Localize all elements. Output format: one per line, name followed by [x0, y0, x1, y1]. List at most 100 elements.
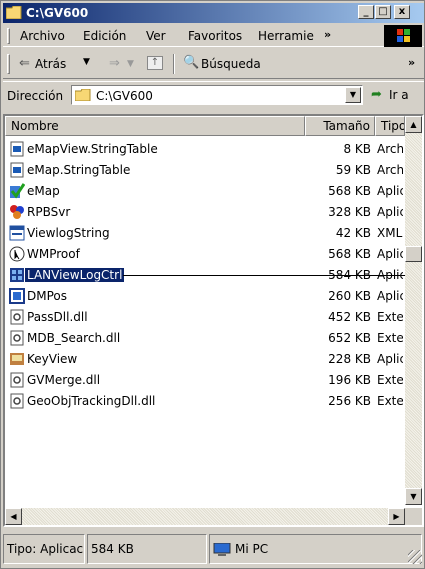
list-item[interactable]: PassDll.dll 452 KB Exte [5, 307, 405, 328]
scroll-thumb[interactable] [405, 246, 422, 262]
horizontal-scrollbar[interactable]: ◀ ▶ [5, 508, 405, 525]
search-label: Búsqueda [201, 57, 261, 71]
status-location-text: Mi PC [235, 542, 269, 556]
column-header-size[interactable]: Tamaño [305, 116, 375, 136]
menu-favoritos[interactable]: Favoritos [188, 29, 242, 43]
go-label: Ir a [389, 88, 409, 102]
file-size: 8 KB [343, 142, 371, 156]
window-title: C:\GV600 [26, 6, 89, 20]
file-list[interactable]: Nombre Tamaño Tipo eMapView.StringTable … [3, 114, 424, 527]
menu-overflow-chevron[interactable]: » [324, 28, 331, 41]
folder-icon [75, 89, 91, 101]
back-button[interactable]: ⇐ Atrás ▼ [17, 52, 105, 76]
file-size: 568 KB [328, 184, 371, 198]
file-size: 196 KB [328, 373, 371, 387]
file-type: Exte [377, 373, 403, 387]
file-type: Exte [377, 331, 403, 345]
list-item[interactable]: WMProof 568 KB Aplic [5, 244, 405, 265]
file-size: 256 KB [328, 394, 371, 408]
file-type: Aplic [377, 247, 403, 261]
file-size: 59 KB [335, 163, 371, 177]
column-header-name[interactable]: Nombre [5, 116, 305, 136]
back-label: Atrás [35, 57, 67, 71]
file-name: eMap.StringTable [27, 163, 131, 177]
app-window-icon [9, 288, 25, 304]
menu-ver[interactable]: Ver [146, 29, 166, 43]
minimize-button[interactable]: _ [358, 5, 374, 19]
address-label: Dirección [7, 89, 64, 103]
app-colorful-icon [10, 205, 24, 219]
menu-bar: Archivo Edición Ver Favoritos Herramie » [3, 25, 424, 47]
menu-herramientas[interactable]: Herramie [258, 29, 314, 43]
file-type: Exte [377, 394, 403, 408]
file-size: 228 KB [328, 352, 371, 366]
file-name: RPBSvr [27, 205, 71, 219]
file-type: Exte [377, 310, 403, 324]
close-button[interactable]: x [394, 5, 410, 19]
search-magnifier-icon: 🔍 [183, 55, 200, 70]
file-name: GVMerge.dll [27, 373, 101, 387]
list-item[interactable]: DMPos 260 KB Aplic [5, 286, 405, 307]
app-network-icon [10, 268, 24, 282]
file-name: LANViewLogCtrl [25, 268, 125, 282]
scroll-left-button[interactable]: ◀ [5, 508, 22, 525]
file-size: 328 KB [328, 205, 371, 219]
status-bar: Tipo: Aplicaci 584 KB Mi PC [3, 530, 424, 568]
file-name: eMapView.StringTable [27, 142, 158, 156]
toolbar-overflow-chevron[interactable]: » [408, 56, 415, 69]
file-name: eMap [27, 184, 60, 198]
menu-edicion[interactable]: Edición [83, 29, 126, 43]
toolbar-grip[interactable] [7, 54, 10, 74]
list-item-selected[interactable]: LANViewLogCtrl 584 KB Aplic [5, 265, 422, 286]
list-item[interactable]: ViewlogString 42 KB XML [5, 223, 405, 244]
title-bar[interactable]: C:\GV600 _ □ x [3, 3, 424, 23]
list-item[interactable]: eMap.StringTable 59 KB Arch [5, 160, 405, 181]
list-item[interactable]: GeoObjTrackingDll.dll 256 KB Exte [5, 391, 405, 412]
computer-icon [213, 542, 231, 556]
app-checkmark-icon [10, 183, 25, 199]
scroll-up-button[interactable]: ▲ [405, 116, 422, 133]
folder-icon [6, 6, 22, 19]
forward-dropdown-icon[interactable]: ▼ [127, 59, 134, 69]
file-size: 42 KB [335, 226, 371, 240]
file-name: GeoObjTrackingDll.dll [27, 394, 156, 408]
file-name: MDB_Search.dll [27, 331, 121, 345]
list-item[interactable]: eMapView.StringTable 8 KB Arch [5, 139, 405, 160]
list-item[interactable]: GVMerge.dll 196 KB Exte [5, 370, 405, 391]
address-dropdown-button[interactable]: ▼ [345, 87, 361, 103]
dll-file-icon [10, 309, 24, 325]
file-table-icon [10, 162, 24, 178]
file-name: KeyView [27, 352, 78, 366]
vertical-scrollbar[interactable]: ▲ ▼ [405, 116, 422, 505]
file-type: Aplic [377, 205, 403, 219]
search-button[interactable]: 🔍 Búsqueda [181, 52, 271, 76]
file-type: Aplic [377, 289, 403, 303]
file-type: Arch [377, 142, 403, 156]
file-name: DMPos [27, 289, 67, 303]
menu-grip[interactable] [7, 28, 10, 44]
list-item[interactable]: eMap 568 KB Aplic [5, 181, 405, 202]
file-size: 260 KB [328, 289, 371, 303]
resize-grip-icon[interactable] [408, 550, 422, 564]
explorer-window: C:\GV600 _ □ x Archivo Edición Ver Favor… [0, 0, 425, 569]
address-input[interactable]: C:\GV600 ▼ [71, 85, 363, 105]
up-folder-icon[interactable]: ↑ [147, 56, 163, 70]
list-item[interactable]: RPBSvr 328 KB Aplic [5, 202, 405, 223]
forward-arrow-icon[interactable]: ⇒ [109, 56, 120, 71]
column-header-type[interactable]: Tipo [375, 116, 405, 136]
scroll-right-button[interactable]: ▶ [388, 508, 405, 525]
file-table-icon [10, 141, 24, 157]
file-name: PassDll.dll [27, 310, 88, 324]
menu-archivo[interactable]: Archivo [20, 29, 65, 43]
scroll-down-button[interactable]: ▼ [405, 488, 422, 505]
list-item[interactable]: MDB_Search.dll 652 KB Exte [5, 328, 405, 349]
back-dropdown-icon: ▼ [83, 57, 90, 67]
file-type: Aplic [377, 352, 403, 366]
maximize-button[interactable]: □ [375, 5, 391, 19]
file-type: Aplic [377, 184, 403, 198]
go-button[interactable]: ➦ Ir a [369, 86, 423, 106]
strike-line [123, 275, 422, 276]
file-size: 452 KB [328, 310, 371, 324]
app-cursor-icon [9, 246, 25, 262]
list-item[interactable]: KeyView 228 KB Aplic [5, 349, 405, 370]
